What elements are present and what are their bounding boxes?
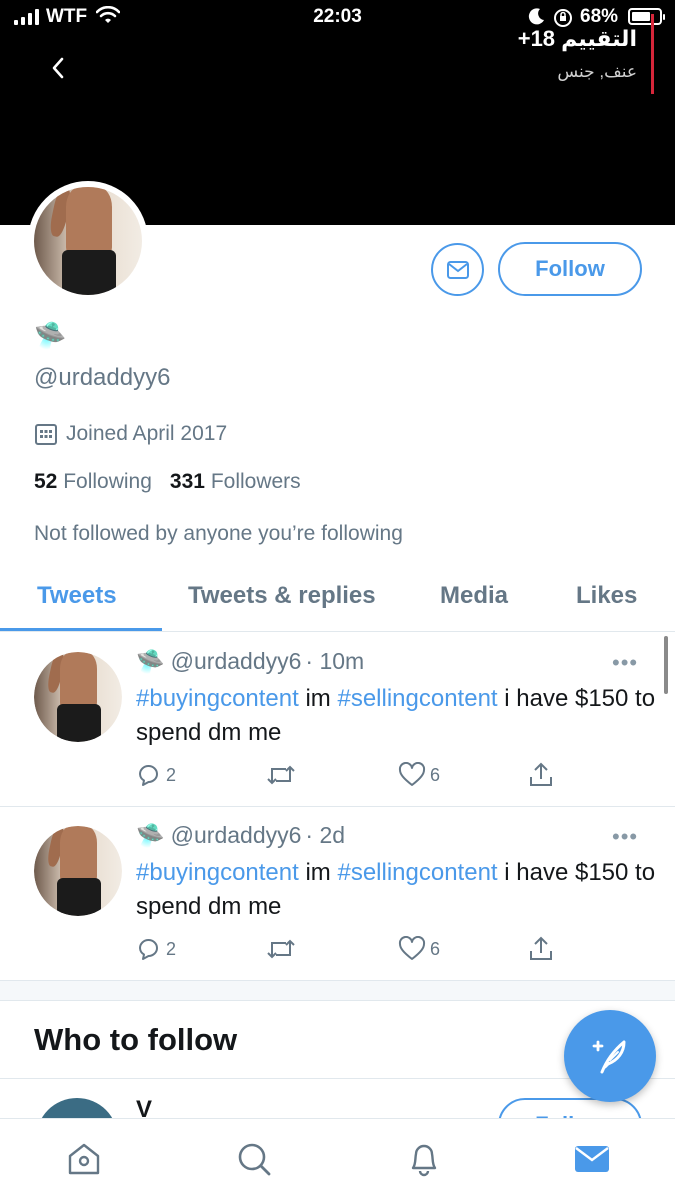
messages-icon bbox=[575, 1146, 609, 1172]
hashtag-link[interactable]: #buyingcontent bbox=[136, 859, 299, 886]
tweet-text: #buyingcontent im #sellingcontent i have… bbox=[136, 859, 656, 920]
tab-media[interactable]: Media bbox=[440, 582, 508, 610]
tweet-author-name[interactable]: 🛸 bbox=[136, 648, 165, 675]
tweet-avatar[interactable] bbox=[34, 652, 122, 742]
notifications-icon bbox=[411, 1144, 437, 1177]
tweet-avatar[interactable] bbox=[34, 826, 122, 916]
home-icon bbox=[68, 1143, 100, 1175]
profile-avatar[interactable] bbox=[28, 181, 148, 301]
joined-text: Joined April 2017 bbox=[66, 422, 228, 445]
search-icon bbox=[238, 1143, 271, 1176]
nav-notifications[interactable] bbox=[404, 1139, 444, 1179]
tweet-author-handle[interactable]: @urdaddyy6 bbox=[171, 648, 302, 675]
nav-home[interactable] bbox=[64, 1139, 104, 1179]
tweet-header: 🛸 @urdaddyy6 · 10m bbox=[136, 648, 364, 675]
section-divider bbox=[0, 981, 675, 1001]
reply-count: 2 bbox=[166, 764, 177, 785]
heart-icon bbox=[398, 762, 426, 786]
share-icon bbox=[530, 762, 552, 786]
retweet-button[interactable] bbox=[266, 762, 296, 788]
status-time: 22:03 bbox=[313, 6, 362, 27]
compose-tweet-button[interactable] bbox=[564, 1010, 656, 1102]
tweet-actions: 2 6 bbox=[136, 936, 566, 966]
tweet-author-handle[interactable]: @urdaddyy6 bbox=[171, 822, 302, 849]
bottom-navigation bbox=[0, 1118, 675, 1200]
mail-icon bbox=[446, 260, 469, 279]
share-button[interactable] bbox=[528, 936, 554, 962]
battery-percent: 68% bbox=[580, 6, 619, 27]
joined-date: Joined April 2017 bbox=[34, 422, 227, 446]
battery-level bbox=[632, 12, 650, 21]
following-count: 52 bbox=[34, 470, 58, 493]
calendar-icon bbox=[35, 424, 57, 445]
display-name: 🛸 bbox=[34, 320, 67, 350]
retweet-icon bbox=[267, 939, 295, 959]
follow-counts: 52 Following 331 Followers bbox=[34, 470, 301, 494]
tweet-header: 🛸 @urdaddyy6 · 2d bbox=[136, 822, 345, 849]
reply-icon bbox=[139, 765, 158, 786]
nav-search[interactable] bbox=[234, 1139, 274, 1179]
back-button[interactable] bbox=[40, 50, 76, 86]
tweet-timestamp: · 10m bbox=[305, 648, 365, 674]
tweet[interactable]: 🛸 @urdaddyy6 · 10m ••• #buyingcontent im… bbox=[0, 632, 675, 807]
message-button[interactable] bbox=[431, 243, 484, 296]
tweet-author-name[interactable]: 🛸 bbox=[136, 822, 165, 849]
profile-tabs: Tweets Tweets & replies Media Likes bbox=[0, 570, 675, 632]
like-button[interactable]: 6 bbox=[398, 762, 440, 788]
reply-count: 2 bbox=[166, 938, 177, 959]
more-options-icon[interactable]: ••• bbox=[612, 824, 638, 850]
battery-icon bbox=[628, 8, 665, 25]
tweet-timestamp: · 2d bbox=[305, 822, 346, 848]
tweet-actions: 2 6 bbox=[136, 762, 566, 792]
tab-tweets-replies[interactable]: Tweets & replies bbox=[188, 582, 376, 610]
retweet-icon bbox=[267, 765, 295, 785]
rating-marker bbox=[651, 14, 654, 94]
share-icon bbox=[530, 936, 552, 960]
reply-button[interactable]: 2 bbox=[136, 936, 176, 962]
tweet[interactable]: 🛸 @urdaddyy6 · 2d ••• #buyingcontent im … bbox=[0, 806, 675, 981]
reply-icon bbox=[139, 939, 158, 960]
tweet-text: #buyingcontent im #sellingcontent i have… bbox=[136, 685, 656, 746]
like-button[interactable]: 6 bbox=[398, 936, 440, 962]
share-button[interactable] bbox=[528, 762, 554, 788]
hashtag-link[interactable]: #sellingcontent bbox=[337, 859, 497, 886]
hashtag-link[interactable]: #sellingcontent bbox=[337, 685, 497, 712]
retweet-button[interactable] bbox=[266, 936, 296, 962]
follow-button[interactable]: Follow bbox=[498, 242, 642, 296]
followers-link[interactable]: 331 Followers bbox=[170, 470, 301, 494]
following-label: Following bbox=[63, 470, 152, 493]
more-options-icon[interactable]: ••• bbox=[612, 650, 638, 676]
reply-button[interactable]: 2 bbox=[136, 762, 176, 788]
active-tab-indicator bbox=[0, 628, 162, 631]
like-count: 6 bbox=[430, 938, 441, 959]
followers-label: Followers bbox=[210, 470, 301, 493]
like-count: 6 bbox=[430, 764, 441, 785]
compose-feather-icon bbox=[592, 1040, 626, 1074]
tab-likes[interactable]: Likes bbox=[576, 582, 637, 610]
scrollbar[interactable] bbox=[664, 636, 668, 694]
following-link[interactable]: 52 Following bbox=[34, 470, 152, 494]
hashtag-link[interactable]: #buyingcontent bbox=[136, 685, 299, 712]
chevron-left-icon bbox=[52, 57, 64, 79]
followers-count: 331 bbox=[169, 470, 205, 493]
profile-handle: @urdaddyy6 bbox=[34, 364, 171, 391]
mutual-followers-note: Not followed by anyone you’re following bbox=[34, 522, 403, 545]
age-rating-tags: عنف, جنس bbox=[557, 62, 637, 81]
age-rating-title: التقييم 18+ bbox=[517, 26, 637, 51]
tab-tweets[interactable]: Tweets bbox=[37, 582, 117, 610]
nav-messages[interactable] bbox=[572, 1139, 612, 1179]
heart-icon bbox=[398, 936, 426, 960]
who-to-follow-title: Who to follow bbox=[34, 1022, 238, 1057]
